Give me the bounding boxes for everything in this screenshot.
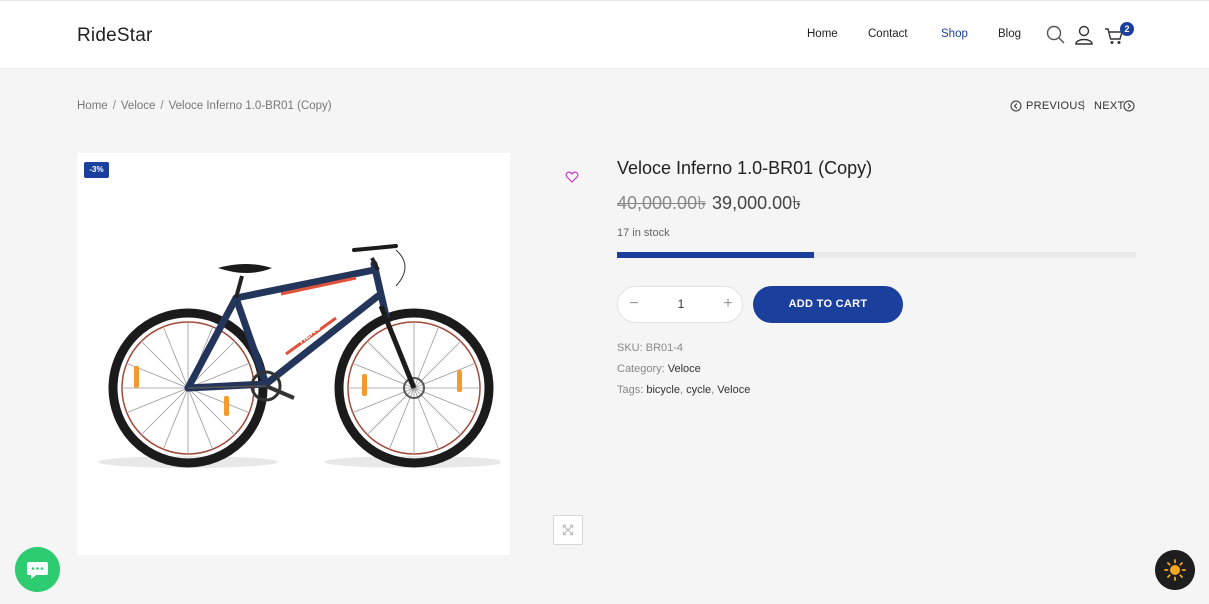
wishlist-heart-icon[interactable]: [565, 170, 579, 184]
product-price: 40,000.00৳ 39,000.00৳: [617, 189, 801, 220]
breadcrumb: Home / Veloce / Veloce Inferno 1.0-BR01 (Cop…: [77, 100, 332, 112]
product-image-bicycle[interactable]: HERO: [96, 236, 500, 476]
chevron-right-circle-icon[interactable]: [1123, 100, 1135, 112]
quantity-input[interactable]: 1: [658, 297, 704, 311]
product-sku: SKU: BR01-4: [617, 342, 683, 354]
nav-contact[interactable]: Contact: [868, 28, 908, 40]
sun-icon[interactable]: [1155, 550, 1195, 590]
nav-shop[interactable]: Shop: [941, 28, 968, 40]
tags-label: Tags:: [617, 384, 644, 396]
nav-blog[interactable]: Blog: [998, 28, 1021, 40]
sku-label: SKU:: [617, 342, 643, 354]
site-logo[interactable]: RideStar: [77, 25, 153, 47]
breadcrumb-category[interactable]: Veloce: [121, 100, 156, 112]
breadcrumb-current: Veloce Inferno 1.0-BR01 (Copy): [168, 100, 332, 112]
nav-home[interactable]: Home: [807, 28, 838, 40]
stock-status: 17 in stock: [617, 227, 670, 239]
quantity-stepper: − 1 +: [617, 286, 743, 323]
stock-progress-bar: [617, 252, 1136, 258]
sku-value: BR01-4: [645, 342, 684, 354]
product-title: Veloce Inferno 1.0-BR01 (Copy): [617, 158, 873, 178]
product-category: Category: Veloce: [617, 363, 701, 375]
site-header: RideStar Home Contact Shop Blog 2: [0, 0, 1209, 69]
previous-link[interactable]: PREVIOUS: [1026, 100, 1085, 112]
tag-link[interactable]: cycle: [686, 384, 711, 396]
quantity-increase-button[interactable]: +: [720, 296, 736, 312]
breadcrumb-home[interactable]: Home: [77, 100, 108, 112]
category-link[interactable]: Veloce: [668, 363, 701, 375]
product-tags: Tags: bicycle, cycle, Veloce: [617, 384, 751, 396]
next-link[interactable]: NEXT: [1094, 100, 1125, 112]
tag-link[interactable]: bicycle: [646, 384, 680, 396]
stock-progress-fill: [617, 252, 815, 258]
category-label: Category:: [617, 363, 665, 375]
sale-price: 39,000.00৳: [712, 193, 802, 213]
quantity-decrease-button[interactable]: −: [626, 296, 642, 312]
cart-count-badge: 2: [1120, 22, 1134, 36]
add-to-cart-button[interactable]: ADD TO CART: [753, 286, 903, 323]
sale-badge: -3%: [84, 162, 109, 178]
search-icon[interactable]: [1045, 24, 1067, 46]
expand-image-icon[interactable]: [553, 515, 583, 545]
tag-link[interactable]: Veloce: [717, 384, 750, 396]
chevron-left-circle-icon[interactable]: [1010, 100, 1022, 112]
old-price: 40,000.00৳: [617, 193, 707, 213]
chat-button[interactable]: [15, 547, 60, 592]
account-icon[interactable]: [1073, 24, 1095, 46]
pagination-separator: |: [1082, 99, 1085, 111]
